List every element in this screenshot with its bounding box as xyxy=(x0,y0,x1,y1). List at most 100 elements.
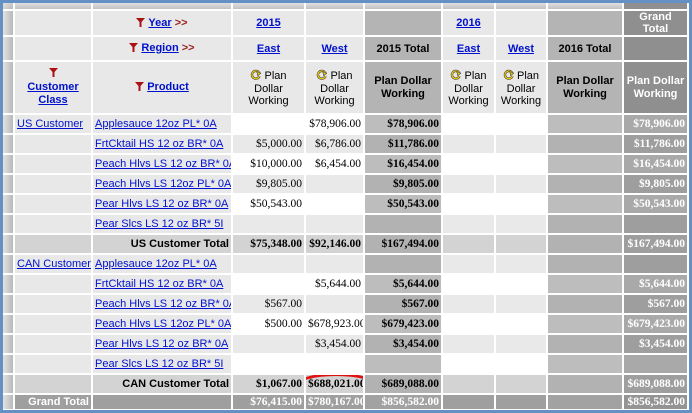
column-handle[interactable] xyxy=(624,3,689,11)
product-cell[interactable]: Peach Hlvs LS 12oz PL* 0A xyxy=(93,315,233,335)
value-cell xyxy=(443,175,496,195)
customer-class-cell xyxy=(15,155,93,175)
column-handle[interactable] xyxy=(443,3,496,11)
product-link[interactable]: Pear Hlvs LS 12 oz BR* 0A xyxy=(95,198,228,210)
product-link[interactable]: Pear Slcs LS 12 oz BR* 5I xyxy=(95,358,223,370)
table-row: Pear Slcs LS 12 oz BR* 5I xyxy=(3,355,689,375)
product-link[interactable]: Peach Hlvs LS 12 oz BR* 0A xyxy=(95,298,231,310)
customer-link[interactable]: CAN Customer xyxy=(17,258,91,270)
row-handle[interactable] xyxy=(3,11,15,37)
grand-total-header: Grand Total xyxy=(624,11,689,37)
row-handle[interactable] xyxy=(3,375,15,395)
column-handle[interactable] xyxy=(496,3,548,11)
region-expand-arrows[interactable]: >> xyxy=(182,42,195,54)
row-handle[interactable] xyxy=(3,335,15,355)
year-expand-arrows[interactable]: >> xyxy=(175,17,188,29)
row-handle[interactable] xyxy=(3,135,15,155)
year-2015-link[interactable]: 2015 xyxy=(256,17,280,29)
value-cell xyxy=(496,135,548,155)
product-cell[interactable]: Applesauce 12oz PL* 0A xyxy=(93,255,233,275)
year-field-link[interactable]: Year xyxy=(148,17,171,29)
year-field-cell: Year >> xyxy=(93,11,233,37)
region-east-link[interactable]: East xyxy=(457,43,480,55)
drill-icon[interactable] xyxy=(503,69,515,83)
value-cell xyxy=(365,215,443,235)
filter-icon[interactable] xyxy=(129,43,139,55)
customer-class-field-link[interactable]: Customer Class xyxy=(27,81,78,106)
product-link[interactable]: Peach Hlvs LS 12 oz BR* 0A xyxy=(95,158,231,170)
product-cell[interactable]: Peach Hlvs LS 12oz PL* 0A xyxy=(93,175,233,195)
product-cell[interactable]: Applesauce 12oz PL* 0A xyxy=(93,115,233,135)
product-link[interactable]: Applesauce 12oz PL* 0A xyxy=(95,258,217,270)
measure-header-east-2016: Plan Dollar Working xyxy=(443,62,496,115)
row-handle[interactable] xyxy=(3,275,15,295)
value-cell: $78,906.00 xyxy=(365,115,443,135)
measure-header-2016-total: Plan Dollar Working xyxy=(548,62,624,115)
value-cell xyxy=(443,315,496,335)
value-cell: $5,644.00 xyxy=(624,275,689,295)
product-link[interactable]: Peach Hlvs LS 12oz PL* 0A xyxy=(95,178,231,190)
product-cell[interactable]: Pear Slcs LS 12 oz BR* 5I xyxy=(93,215,233,235)
column-handle[interactable] xyxy=(15,3,93,11)
product-link[interactable]: Peach Hlvs LS 12oz PL* 0A xyxy=(95,318,231,330)
product-cell[interactable]: FrtCktail HS 12 oz BR* 0A xyxy=(93,135,233,155)
customer-class-cell[interactable]: US Customer xyxy=(15,115,93,135)
value-cell xyxy=(443,395,496,410)
value-cell xyxy=(443,155,496,175)
customer-class-cell xyxy=(15,275,93,295)
row-handle[interactable] xyxy=(3,175,15,195)
customer-class-field-cell: Customer Class xyxy=(15,62,93,115)
row-handle[interactable] xyxy=(3,62,15,115)
row-handle[interactable] xyxy=(3,395,15,410)
row-handle[interactable] xyxy=(3,295,15,315)
drill-icon[interactable] xyxy=(250,69,263,83)
row-handle[interactable] xyxy=(3,195,15,215)
measure-header-row: Customer Class Product Plan Dollar Worki… xyxy=(3,62,689,115)
product-field-link[interactable]: Product xyxy=(147,81,189,93)
product-link[interactable]: Pear Slcs LS 12 oz BR* 5I xyxy=(95,218,223,230)
column-handle[interactable] xyxy=(93,3,233,11)
value-cell xyxy=(496,395,548,410)
product-cell[interactable]: Pear Slcs LS 12 oz BR* 5I xyxy=(93,355,233,375)
drill-icon[interactable] xyxy=(450,69,463,83)
region-west-link[interactable]: West xyxy=(508,43,534,55)
row-handle[interactable] xyxy=(3,155,15,175)
customer-class-cell xyxy=(15,135,93,155)
product-cell[interactable]: Peach Hlvs LS 12 oz BR* 0A xyxy=(93,295,233,315)
product-cell[interactable]: FrtCktail HS 12 oz BR* 0A xyxy=(93,275,233,295)
product-cell[interactable]: Pear Hlvs LS 12 oz BR* 0A xyxy=(93,335,233,355)
row-handle[interactable] xyxy=(3,215,15,235)
row-handle[interactable] xyxy=(3,355,15,375)
product-link[interactable]: Applesauce 12oz PL* 0A xyxy=(95,118,217,130)
value-cell: $856,582.00 xyxy=(624,395,689,410)
row-handle[interactable] xyxy=(3,37,15,62)
product-cell[interactable]: Peach Hlvs LS 12 oz BR* 0A xyxy=(93,155,233,175)
table-row: CAN Customer Total $1,067.00 $688,021.00 $6… xyxy=(3,375,689,395)
value-cell: $9,805.00 xyxy=(233,175,306,195)
product-cell[interactable]: Pear Hlvs LS 12 oz BR* 0A xyxy=(93,195,233,215)
filter-icon[interactable] xyxy=(17,68,89,81)
customer-class-cell xyxy=(15,355,93,375)
row-handle[interactable] xyxy=(3,115,15,135)
column-handle[interactable] xyxy=(365,3,443,11)
product-link[interactable]: FrtCktail HS 12 oz BR* 0A xyxy=(95,138,223,150)
year-2016-link[interactable]: 2016 xyxy=(456,17,480,29)
customer-class-cell[interactable]: CAN Customer xyxy=(15,255,93,275)
column-handle[interactable] xyxy=(306,3,365,11)
product-link[interactable]: Pear Hlvs LS 12 oz BR* 0A xyxy=(95,338,228,350)
row-handle[interactable] xyxy=(3,315,15,335)
filter-icon[interactable] xyxy=(135,81,145,95)
product-cell xyxy=(93,395,233,410)
column-handle[interactable] xyxy=(548,3,624,11)
customer-link[interactable]: US Customer xyxy=(17,118,83,130)
region-field-link[interactable]: Region xyxy=(141,42,178,54)
value-cell: $11,786.00 xyxy=(365,135,443,155)
filter-icon[interactable] xyxy=(136,17,146,30)
row-handle[interactable] xyxy=(3,235,15,255)
region-west-link[interactable]: West xyxy=(321,43,347,55)
product-link[interactable]: FrtCktail HS 12 oz BR* 0A xyxy=(95,278,223,290)
drill-icon[interactable] xyxy=(316,69,329,83)
region-east-link[interactable]: East xyxy=(257,43,280,55)
row-handle[interactable] xyxy=(3,255,15,275)
column-handle[interactable] xyxy=(233,3,306,11)
